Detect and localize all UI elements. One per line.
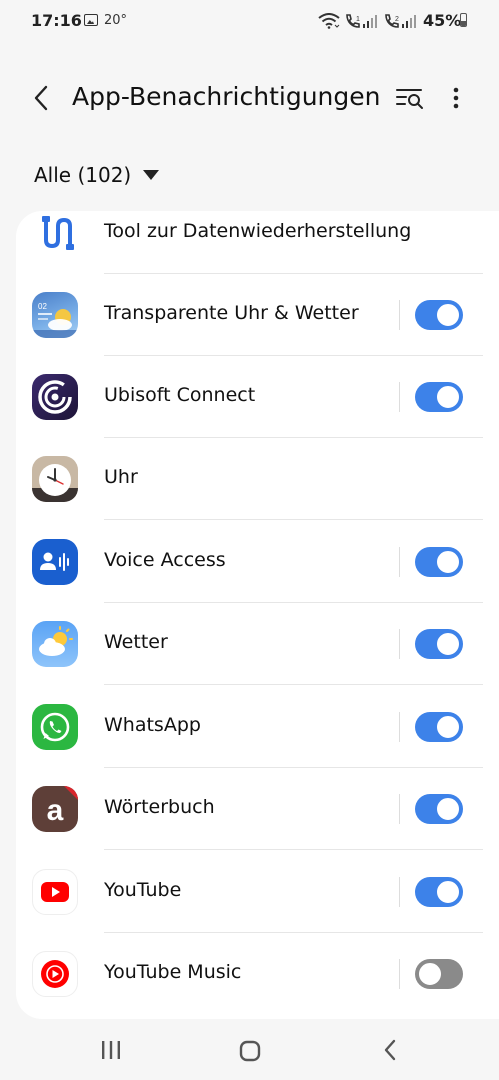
status-time: 17:16 bbox=[31, 11, 82, 30]
toggle-knob bbox=[435, 384, 461, 410]
notification-toggle[interactable] bbox=[415, 547, 463, 577]
toggle-knob bbox=[435, 302, 461, 328]
notification-toggle[interactable] bbox=[415, 794, 463, 824]
app-name: Wetter bbox=[104, 631, 168, 653]
volte-call-2-icon: 2 bbox=[385, 14, 399, 28]
app-name: Ubisoft Connect bbox=[104, 384, 256, 406]
ubisoft-icon bbox=[32, 374, 78, 420]
app-row-ubisoft-connect[interactable]: Ubisoft Connect bbox=[16, 356, 499, 438]
search-filter-icon[interactable] bbox=[394, 84, 426, 112]
app-row-dictionary[interactable]: a Wörterbuch bbox=[16, 768, 499, 850]
app-name: Tool zur Datenwiederherstellung bbox=[104, 220, 412, 242]
toggle-knob bbox=[435, 549, 461, 575]
youtube-music-icon bbox=[32, 951, 78, 997]
notification-toggle[interactable] bbox=[415, 382, 463, 412]
voice-access-icon bbox=[32, 539, 78, 585]
home-icon[interactable] bbox=[239, 1040, 261, 1062]
whatsapp-icon bbox=[32, 704, 78, 750]
toggle-knob bbox=[435, 879, 461, 905]
status-bar: 17:16 20° 1 2 45% bbox=[0, 0, 499, 44]
signal-icon bbox=[363, 15, 377, 28]
app-row-voice-access[interactable]: Voice Access bbox=[16, 521, 499, 603]
app-name: Voice Access bbox=[104, 549, 226, 571]
app-row-transparent-clock-weather[interactable]: 02 Transparente Uhr & Wetter bbox=[16, 274, 499, 356]
app-name: YouTube Music bbox=[104, 961, 242, 983]
toggle-separator bbox=[399, 300, 400, 330]
back-icon[interactable] bbox=[28, 83, 56, 113]
app-name: Transparente Uhr & Wetter bbox=[104, 302, 359, 324]
svg-text:02: 02 bbox=[38, 302, 47, 311]
toggle-separator bbox=[399, 712, 400, 742]
wifi-icon bbox=[318, 13, 340, 29]
notification-toggle[interactable] bbox=[415, 959, 463, 989]
toggle-separator bbox=[399, 877, 400, 907]
app-row-data-restore[interactable]: Tool zur Datenwiederherstellung bbox=[16, 211, 499, 274]
data-restore-icon bbox=[32, 211, 78, 256]
youtube-icon bbox=[32, 869, 78, 915]
status-temperature: 20° bbox=[104, 13, 128, 28]
toggle-separator bbox=[399, 547, 400, 577]
filter-label: Alle (102) bbox=[34, 163, 132, 187]
row-divider bbox=[104, 519, 483, 520]
app-name: Wörterbuch bbox=[104, 796, 215, 818]
notification-toggle[interactable] bbox=[415, 300, 463, 330]
notification-toggle[interactable] bbox=[415, 712, 463, 742]
dictionary-icon: a bbox=[32, 786, 78, 832]
toggle-separator bbox=[399, 794, 400, 824]
app-name: WhatsApp bbox=[104, 714, 201, 736]
app-bar: App-Benachrichtigungen bbox=[0, 70, 499, 126]
notification-toggle[interactable] bbox=[415, 877, 463, 907]
page-title: App-Benachrichtigungen bbox=[72, 82, 381, 111]
notification-toggle[interactable] bbox=[415, 629, 463, 659]
recent-apps-icon[interactable] bbox=[100, 1040, 122, 1060]
app-row-weather[interactable]: Wetter bbox=[16, 603, 499, 685]
weather-icon bbox=[32, 621, 78, 667]
signal-2-icon bbox=[402, 15, 416, 28]
app-list: Tool zur Datenwiederherstellung 02 Trans… bbox=[16, 211, 499, 1019]
app-row-youtube[interactable]: YouTube bbox=[16, 851, 499, 933]
app-row-whatsapp[interactable]: WhatsApp bbox=[16, 686, 499, 768]
navigation-bar bbox=[0, 1022, 499, 1080]
toggle-separator bbox=[399, 629, 400, 659]
transparent-clock-weather-icon: 02 bbox=[32, 292, 78, 338]
battery-percent: 45% bbox=[423, 11, 462, 30]
toggle-knob bbox=[417, 961, 443, 987]
image-icon bbox=[84, 14, 98, 26]
app-row-youtube-music[interactable]: YouTube Music bbox=[16, 933, 499, 1015]
toggle-knob bbox=[435, 714, 461, 740]
clock-icon bbox=[32, 456, 78, 502]
toggle-knob bbox=[435, 631, 461, 657]
dictionary-letter: a bbox=[47, 794, 64, 827]
volte-call-icon: 1 bbox=[346, 14, 360, 28]
back-nav-icon[interactable] bbox=[382, 1038, 398, 1062]
toggle-separator bbox=[399, 959, 400, 989]
toggle-separator bbox=[399, 382, 400, 412]
app-row-clock[interactable]: Uhr bbox=[16, 438, 499, 520]
chevron-down-icon bbox=[143, 170, 160, 180]
app-name: Uhr bbox=[104, 466, 138, 488]
filter-dropdown[interactable]: Alle (102) bbox=[34, 160, 160, 190]
battery-icon bbox=[460, 13, 467, 27]
row-divider bbox=[104, 849, 483, 850]
svg-text:1: 1 bbox=[356, 16, 360, 23]
app-name: YouTube bbox=[104, 879, 182, 901]
toggle-knob bbox=[435, 796, 461, 822]
row-divider bbox=[104, 684, 483, 685]
svg-text:2: 2 bbox=[395, 16, 399, 23]
more-options-icon[interactable] bbox=[444, 84, 468, 112]
